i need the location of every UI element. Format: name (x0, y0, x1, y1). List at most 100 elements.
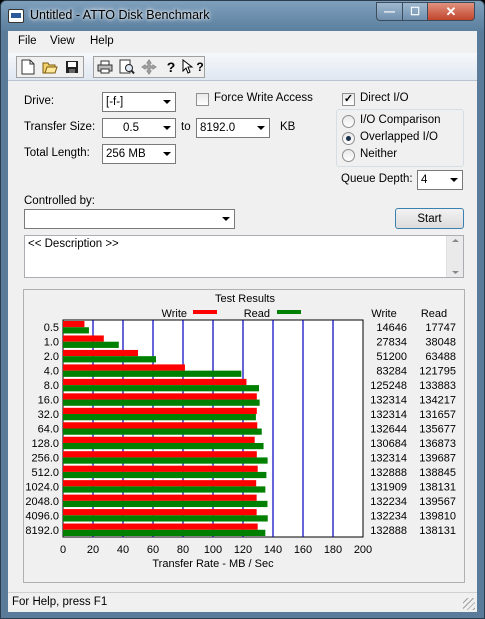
write-value: 131909 (370, 481, 407, 493)
chevron-down-icon[interactable] (217, 210, 234, 228)
title-bar[interactable]: Untitled - ATTO Disk Benchmark — ☐ ✕ (1, 1, 484, 31)
read-value: 138845 (419, 467, 456, 479)
transfer-size-label: Transfer Size: (24, 121, 96, 133)
move-icon[interactable] (138, 57, 160, 77)
write-bar (63, 364, 185, 371)
maximize-button[interactable]: ☐ (402, 2, 428, 21)
legend-read-swatch (277, 310, 301, 314)
x-axis-label: Transfer Rate - MB / Sec (152, 558, 274, 570)
status-bar: For Help, press F1 (8, 592, 477, 612)
read-bar (63, 370, 242, 377)
context-help-glyph: ? (196, 60, 204, 74)
read-bar (63, 385, 260, 392)
legend-write-swatch (193, 310, 217, 314)
write-value: 132234 (370, 496, 407, 508)
start-button[interactable]: Start (395, 208, 464, 229)
chevron-down-icon[interactable] (158, 119, 175, 137)
y-tick-label: 1.0 (44, 337, 59, 349)
help-glyph: ? (166, 59, 176, 75)
kb-label: KB (280, 121, 296, 133)
chevron-down-icon[interactable] (158, 145, 175, 163)
write-bar (63, 494, 257, 501)
menu-bar: File View Help (8, 31, 477, 53)
y-tick-label: 2048.0 (25, 496, 59, 508)
legend-write-label: Write (162, 308, 187, 320)
write-value: 132314 (370, 395, 407, 407)
transfer-size-from-select[interactable]: 0.5 (102, 118, 176, 138)
check-mark-icon: ✓ (343, 93, 354, 105)
open-icon[interactable] (39, 57, 61, 77)
read-bar (63, 515, 268, 522)
read-value: 135677 (419, 424, 456, 436)
total-length-value: 256 MB (106, 148, 146, 160)
results-chart: Test Results Write Read Write Read 0 20 40 60 80 1… (25, 293, 456, 570)
to-label: to (181, 121, 191, 133)
queue-depth-select[interactable]: 4 (417, 170, 463, 190)
write-value: 51200 (376, 351, 407, 363)
io-mode-group: I/O Comparison Overlapped I/O Neither (336, 109, 464, 167)
read-value: 138131 (419, 525, 456, 537)
resize-grip-icon[interactable] (463, 598, 475, 610)
new-icon[interactable] (17, 57, 39, 77)
read-bar (63, 399, 260, 406)
read-value: 139567 (419, 496, 456, 508)
force-write-label[interactable]: Force Write Access (214, 92, 313, 104)
write-bar (63, 393, 257, 400)
chevron-down-icon[interactable] (445, 171, 462, 189)
close-button[interactable]: ✕ (427, 2, 475, 21)
save-icon[interactable] (61, 57, 83, 77)
read-bar (63, 486, 266, 493)
read-value: 17747 (425, 322, 456, 334)
menu-help[interactable]: Help (90, 35, 114, 47)
print-preview-icon[interactable] (116, 57, 138, 77)
file-toolbar-group (16, 56, 84, 78)
overlapped-io-radio[interactable] (342, 132, 355, 145)
direct-io-label[interactable]: Direct I/O (360, 92, 409, 104)
print-icon[interactable] (94, 57, 116, 77)
neither-radio[interactable] (342, 149, 355, 162)
controlled-by-select[interactable] (24, 209, 235, 229)
force-write-checkbox[interactable] (196, 93, 209, 106)
direct-io-checkbox[interactable]: ✓ (342, 93, 355, 106)
menu-view[interactable]: View (50, 35, 75, 47)
read-value: 38048 (425, 337, 456, 349)
minimize-button[interactable]: — (376, 2, 403, 21)
y-tick-label: 128.0 (31, 438, 59, 450)
description-box[interactable]: << Description >> (24, 235, 464, 278)
y-tick-label: 16.0 (38, 395, 59, 407)
y-tick-label: 1024.0 (25, 481, 59, 493)
write-bar (63, 480, 257, 487)
menu-file[interactable]: File (18, 35, 37, 47)
total-length-select[interactable]: 256 MB (102, 144, 176, 164)
write-bar (63, 451, 257, 458)
x-tick-label: 40 (117, 544, 129, 556)
chevron-down-icon[interactable] (158, 93, 175, 111)
io-comparison-label[interactable]: I/O Comparison (360, 114, 441, 126)
write-value: 125248 (370, 380, 407, 392)
total-length-label: Total Length: (24, 147, 90, 159)
x-tick-label: 0 (60, 544, 66, 556)
drive-select[interactable]: [-f-] (102, 92, 176, 112)
y-tick-label: 32.0 (38, 409, 59, 421)
chevron-down-icon[interactable] (252, 119, 269, 137)
read-value: 136873 (419, 438, 456, 450)
context-help-icon[interactable]: ? (182, 57, 204, 77)
x-tick-label: 140 (264, 544, 282, 556)
y-tick-label: 4.0 (44, 366, 59, 378)
io-comparison-radio[interactable] (342, 115, 355, 128)
neither-label[interactable]: Neither (360, 148, 397, 160)
queue-depth-value: 4 (421, 174, 428, 186)
transfer-size-to-select[interactable]: 8192.0 (196, 118, 270, 138)
write-bar (63, 335, 104, 342)
read-bar (63, 471, 267, 479)
test-results-panel: Test Results Write Read Write Read 0 20 40 60 80 1… (23, 289, 465, 583)
app-icon[interactable] (8, 9, 24, 23)
write-value: 83284 (376, 366, 407, 378)
write-column-header: Write (371, 308, 396, 320)
write-bar (63, 523, 258, 530)
read-bar (63, 414, 256, 421)
x-tick-label: 160 (294, 544, 312, 556)
overlapped-io-label[interactable]: Overlapped I/O (360, 131, 438, 143)
help-icon[interactable]: ? (160, 57, 182, 77)
description-scrollbar[interactable] (446, 236, 463, 277)
